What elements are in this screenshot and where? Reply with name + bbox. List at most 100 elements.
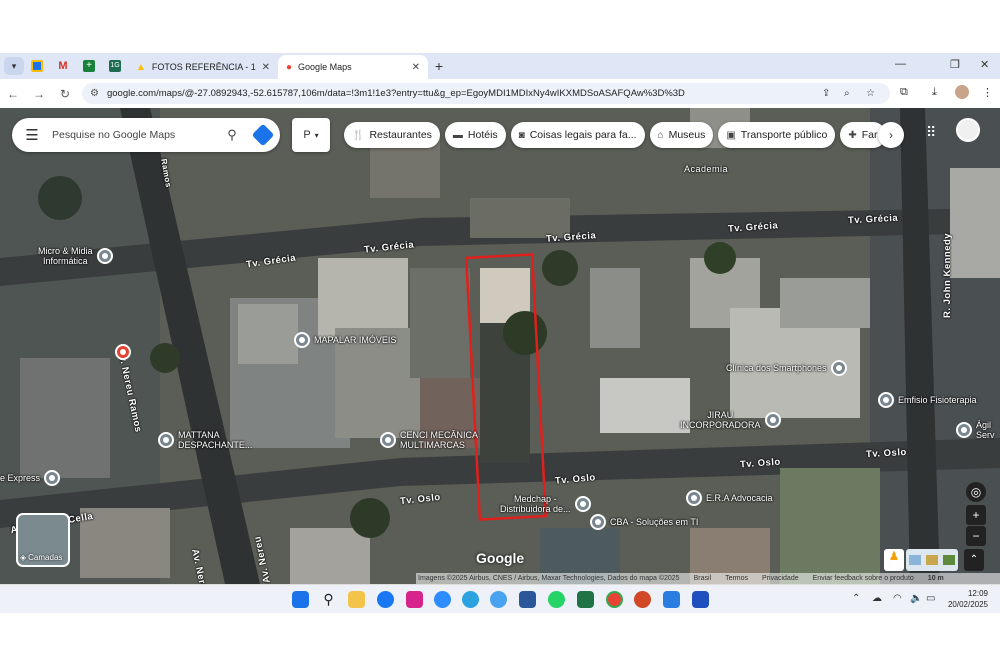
restore-icon[interactable]: ❐ [950,58,960,71]
new-tab-button[interactable]: + [428,58,450,74]
chrome-icon[interactable] [606,591,623,608]
volume-icon[interactable]: 🔈 [910,593,922,604]
tab-search-icon[interactable]: ▾ [4,57,24,75]
road-label-oslo: Tv. Oslo [865,446,908,461]
tray-chevron-icon[interactable]: ⌃ [852,593,860,604]
extensions-icon[interactable]: ⧉ [900,86,908,99]
shield-app-icon[interactable] [663,591,680,608]
tab-sheets-2[interactable]: 1G [102,56,128,76]
bookmark-star-icon[interactable]: ☆ [866,83,875,104]
address-bar-row: ← → ↻ ⚙ google.com/maps/@-27.0892943,-52… [0,79,1000,108]
place-pin-icon [158,432,174,448]
maps-search-box[interactable]: ☰ Pesquise no Google Maps ⚲ [12,118,280,152]
place-express[interactable]: e Express [0,470,61,486]
taskbar-clock[interactable]: 12:09 20/02/2025 [946,588,988,610]
whatsapp-icon[interactable] [548,591,565,608]
chip-transporte[interactable]: ▣ Transporte público [718,122,836,148]
place-emfisio[interactable]: Emfisio Fisioterapia [878,392,977,408]
scale-label[interactable]: 10 m [928,575,944,582]
windows-taskbar: ⚲ ⌃ ☁ ◠ 🔈 ▭ 12:09 20/02/2025 [0,584,1000,613]
hamburger-menu-icon[interactable]: ☰ [12,126,52,144]
account-avatar[interactable] [956,118,980,142]
zoom-app-icon[interactable] [434,591,451,608]
tab-google-maps[interactable]: ● Google Maps ✕ [278,55,428,79]
maps-pin-icon: ● [286,61,293,73]
search-input[interactable]: Pesquise no Google Maps [52,129,218,141]
excel-icon[interactable] [577,591,594,608]
cloud-icon[interactable]: ☁ [872,593,882,604]
wifi-icon[interactable]: ◠ [893,593,902,604]
place-name: Clínica dos Smartphones [726,363,827,373]
file-explorer-icon[interactable] [348,591,365,608]
place-mattana[interactable]: MATTANA DESPACHANTE... [158,430,252,450]
place-name: e Express [0,473,41,483]
drive-icon: ▲ [136,61,146,73]
url-bar[interactable]: ⚙ google.com/maps/@-27.0892943,-52.61578… [82,83,890,104]
app-window-icon[interactable] [692,591,709,608]
directions-icon[interactable] [246,123,280,147]
layers-label: Camadas [28,553,63,562]
place-cba[interactable]: CBA - Soluções em TI [590,514,698,530]
chip-coisas-legais[interactable]: ◙ Coisas legais para fa... [510,122,645,148]
terms-link[interactable]: Termos [725,575,748,582]
chip-label: Hotéis [467,129,498,141]
forward-icon[interactable]: → [26,87,52,101]
zoom-icon[interactable]: ⌕ [844,83,850,104]
chip-hoteis[interactable]: ▬ Hotéis [444,122,506,148]
downloads-icon[interactable]: ⤓ [932,86,937,99]
place-clinica[interactable]: Clínica dos Smartphones [726,360,847,376]
my-location-icon[interactable]: ◎ [966,482,986,502]
privacy-link[interactable]: Privacidade [762,575,799,582]
tab-gmail[interactable]: M [50,56,76,76]
back-icon[interactable]: ← [0,87,26,101]
telegram-icon[interactable] [462,591,479,608]
place-name-2: Distribuidora de... [500,504,571,514]
powerpoint-icon[interactable] [634,591,651,608]
layer-selector-button[interactable]: P ▾ [292,118,330,152]
layers-toggle[interactable]: ◈ Camadas [16,513,70,567]
site-info-icon[interactable]: ⚙ [90,88,99,99]
facebook-icon[interactable] [377,591,394,608]
word-icon[interactable] [519,591,536,608]
install-app-icon[interactable]: ⇪ [822,83,830,104]
place-micro-midia[interactable]: Micro & Midia Informática [38,246,113,266]
imagery-thumbnails[interactable] [906,549,958,571]
profile-avatar[interactable] [955,85,969,99]
tab-title: Google Maps [298,62,352,72]
tab-calendar[interactable] [24,56,50,76]
place-agil[interactable]: Ágil Serv [956,420,995,440]
place-red-marker[interactable] [115,344,131,360]
feedback-link[interactable]: Enviar feedback sobre o produto [813,575,914,582]
country-link[interactable]: Brasil [694,575,712,582]
kebab-menu-icon[interactable]: ⋮ [982,86,993,99]
reload-icon[interactable]: ↻ [52,87,78,101]
google-apps-icon[interactable]: ⠿ [926,124,936,141]
satellite-map[interactable]: Tv. Grécia Tv. Grécia Tv. Grécia Tv. Gré… [0,108,1000,584]
place-cenci[interactable]: CENCI MECÂNICA MULTIMARCAS [380,430,478,450]
minimize-icon[interactable]: — [895,58,906,70]
tab-sheets-1[interactable]: + [76,56,102,76]
place-jirau[interactable]: JIRAU INCORPORADORA [680,410,781,430]
place-era-advocacia[interactable]: E.R.A Advocacia [686,490,773,506]
chip-restaurantes[interactable]: 🍴 Restaurantes [344,122,440,148]
search-icon[interactable]: ⚲ [218,127,246,143]
camera-icon: ◙ [518,129,525,141]
close-window-icon[interactable]: ✕ [980,58,989,71]
windows-start-icon[interactable] [292,591,309,608]
gmail-icon: M [58,60,68,72]
zoom-out-button[interactable]: − [966,526,986,546]
tab-fotos-referencia[interactable]: ▲ FOTOS REFERÊNCIA - 1 IMÓVE ✕ [128,55,278,79]
zoom-in-button[interactable]: + [966,505,986,525]
place-mapalar[interactable]: MAPALAR IMÓVEIS [294,332,396,348]
search-icon[interactable]: ⚲ [320,591,337,608]
place-medchap[interactable]: Medchap - Distribuidora de... [500,494,591,514]
pegman-icon[interactable]: ♟ [884,549,904,571]
chip-museus[interactable]: ⌂ Museus [649,122,714,148]
chips-next-icon[interactable]: › [878,122,904,148]
instagram-icon[interactable] [406,591,423,608]
onedrive-icon[interactable] [490,591,507,608]
close-tab-icon[interactable]: ✕ [262,62,270,73]
expand-icon[interactable]: ⌃ [964,549,984,571]
battery-icon[interactable]: ▭ [926,593,935,604]
close-tab-icon[interactable]: ✕ [412,62,420,73]
